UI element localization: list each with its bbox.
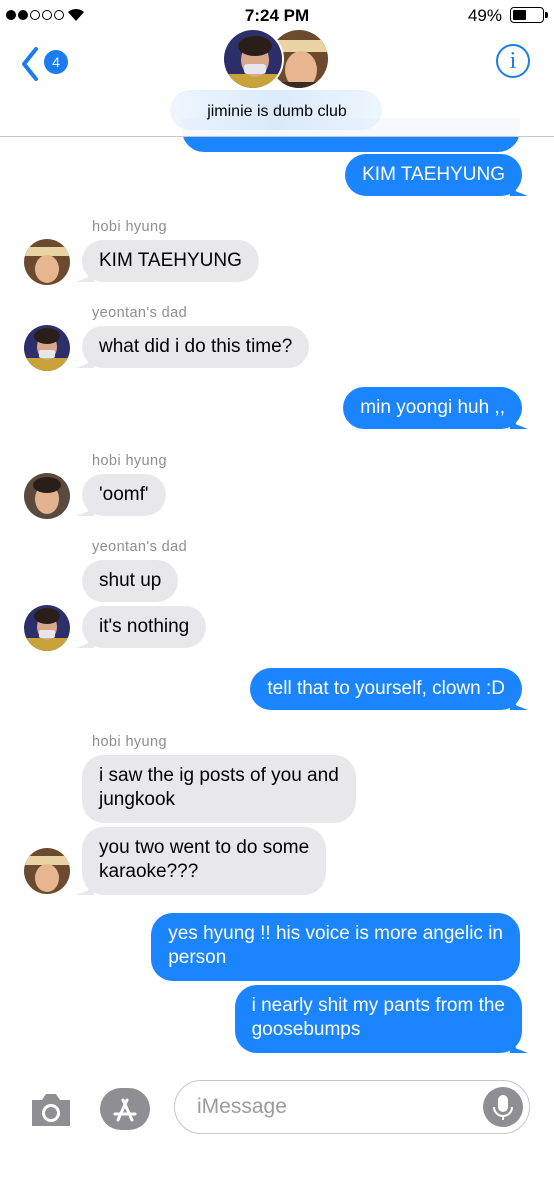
battery-icon xyxy=(510,7,548,23)
avatar-hobi[interactable] xyxy=(24,239,70,285)
avatar-hobi[interactable] xyxy=(24,473,70,519)
back-button[interactable]: 4 xyxy=(20,44,76,84)
back-chevron-icon xyxy=(22,47,38,81)
sender-label: hobi hyung xyxy=(92,734,167,750)
sender-label: yeontan's dad xyxy=(92,305,188,321)
message-incoming: what did i do this time? xyxy=(82,326,310,368)
message-incoming: shut up xyxy=(82,560,179,602)
message-outgoing: i nearly shit my pants from the goosebum… xyxy=(234,985,522,1053)
message-outgoing: yes hyung !! his voice is more angelic i… xyxy=(151,913,520,981)
message-incoming: you two went to do some karaoke??? xyxy=(82,827,327,895)
avatar-yeontans-dad xyxy=(222,28,284,90)
message-line: yes hyung !! his voice is more angelic i… xyxy=(168,923,503,944)
unread-badge: 4 xyxy=(44,50,68,74)
message-outgoing: tell that to yourself, clown :D xyxy=(250,668,522,710)
imessage-input[interactable]: iMessage xyxy=(174,1080,530,1134)
message-incoming: i saw the ig posts of you and jungkook xyxy=(82,755,356,823)
message-incoming: KIM TAEHYUNG xyxy=(82,240,259,282)
avatar-yeontans-dad[interactable] xyxy=(24,325,70,371)
imessage-placeholder: iMessage xyxy=(197,1095,287,1118)
microphone-button[interactable] xyxy=(483,1087,523,1127)
group-avatars[interactable] xyxy=(222,28,332,92)
message-line: i saw the ig posts of you and xyxy=(99,765,339,786)
message-incoming: 'oomf' xyxy=(82,474,166,516)
message-line: you two went to do some xyxy=(99,837,310,858)
sender-label: hobi hyung xyxy=(92,219,167,235)
camera-icon[interactable] xyxy=(28,1090,74,1130)
message-composer: iMessage xyxy=(0,1070,554,1200)
sender-label: yeontan's dad xyxy=(92,539,188,555)
info-button[interactable]: i xyxy=(496,44,530,78)
battery-percent: 49% xyxy=(467,6,502,25)
message-line: person xyxy=(168,947,227,968)
message-outgoing: min yoongi huh ,, xyxy=(343,387,522,429)
message-line: jungkook xyxy=(99,789,176,810)
message-line: goosebumps xyxy=(251,1019,361,1040)
message-outgoing: KIM TAEHYUNG xyxy=(345,154,522,196)
sender-label: hobi hyung xyxy=(92,453,167,469)
group-name[interactable]: jiminie is dumb club xyxy=(0,103,554,121)
microphone-icon xyxy=(493,1095,513,1120)
avatar-hobi[interactable] xyxy=(24,848,70,894)
message-line: i nearly shit my pants from the xyxy=(251,995,505,1016)
message-incoming: it's nothing xyxy=(82,606,207,648)
app-store-icon[interactable] xyxy=(100,1088,152,1132)
conversation-header: 7:24 PM 49% 4 jiminie is dumb club i xyxy=(0,0,554,137)
avatar-yeontans-dad[interactable] xyxy=(24,605,70,651)
message-line: karaoke??? xyxy=(99,861,199,882)
info-icon: i xyxy=(509,48,517,74)
